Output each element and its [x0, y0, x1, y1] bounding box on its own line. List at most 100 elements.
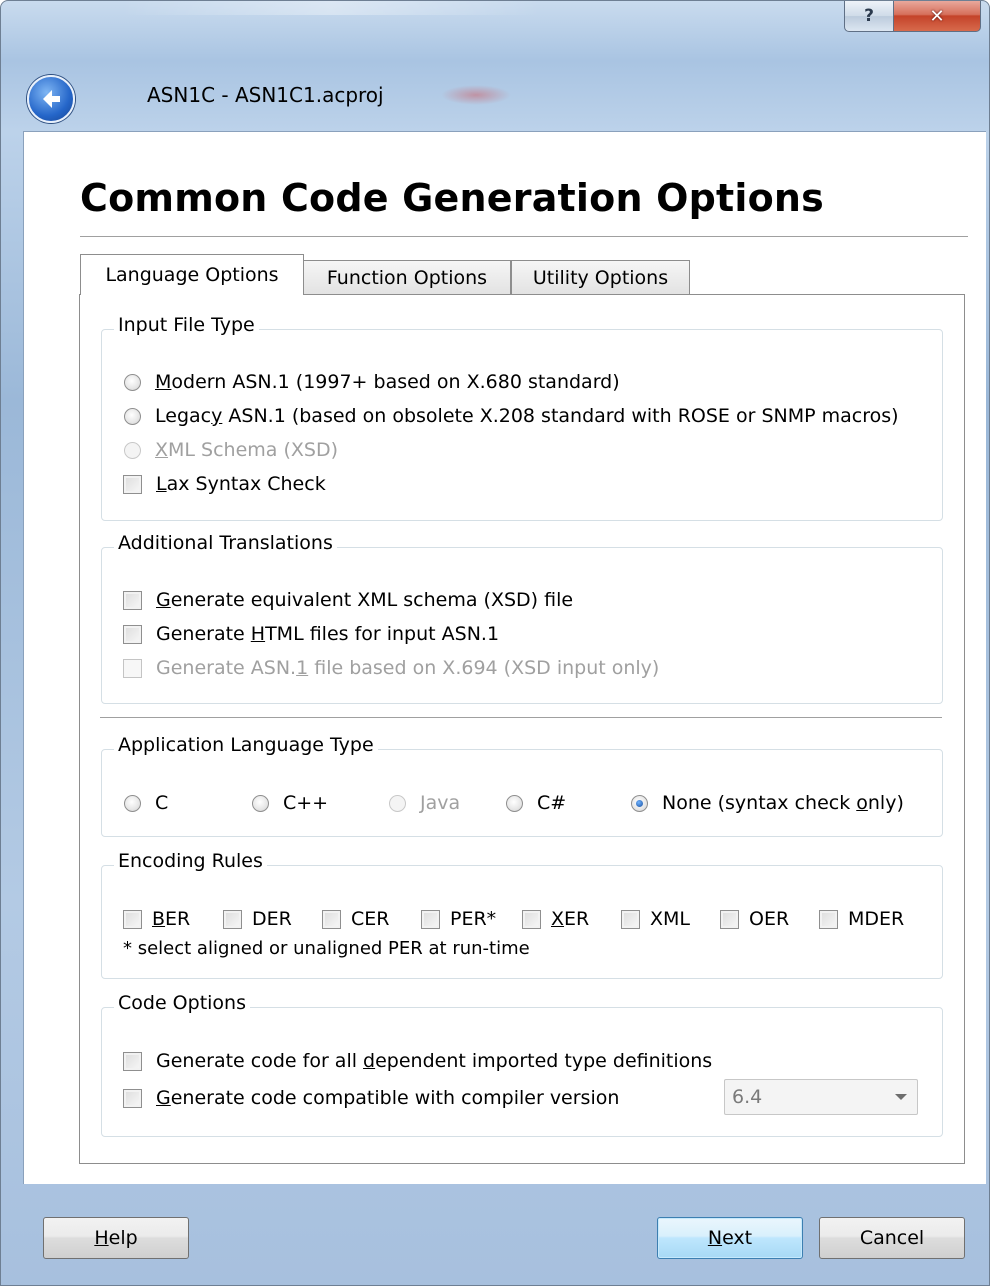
checkbox-indicator [123, 624, 142, 644]
option-label: Java [420, 792, 461, 814]
button-label: Help [94, 1227, 138, 1249]
tab-label: Utility Options [532, 267, 669, 289]
encoding-cer-checkbox[interactable]: CER [322, 908, 389, 930]
radio-indicator [124, 794, 141, 812]
encoding-per-checkbox[interactable]: PER* [421, 908, 496, 930]
next-button[interactable]: Next [657, 1217, 803, 1259]
group-title: Encoding Rules [114, 850, 267, 872]
radio-indicator [252, 794, 269, 812]
code-options-group: Code Options Generate code for all depen… [101, 992, 943, 1137]
option-label: Generate equivalent XML schema (XSD) fil… [156, 589, 574, 611]
checkbox-indicator [123, 474, 142, 494]
wizard-client-area: Common Code Generation Options Language … [23, 131, 986, 1184]
checkbox-indicator [322, 909, 341, 929]
title-redaction [441, 85, 511, 105]
heading-divider [80, 236, 968, 237]
option-label: C [155, 792, 169, 814]
radio-indicator [124, 407, 141, 425]
option-label: OER [749, 908, 790, 930]
checkbox-indicator [621, 909, 640, 929]
dialog-window: ? ✕ ASN1C - ASN1C1.acproj Common Code Ge… [0, 0, 990, 1286]
option-label: Lax Syntax Check [156, 473, 326, 495]
checkbox-indicator [123, 658, 142, 678]
help-button[interactable]: Help [43, 1217, 189, 1259]
group-title: Additional Translations [114, 532, 337, 554]
group-title: Code Options [114, 992, 250, 1014]
checkbox-indicator [123, 590, 142, 610]
window-controls: ? ✕ [844, 1, 981, 32]
checkbox-indicator [123, 909, 142, 929]
option-label: C++ [283, 792, 329, 814]
language-c-radio[interactable]: C [124, 792, 168, 814]
window-title: ASN1C - ASN1C1.acproj [147, 83, 384, 107]
option-label: XML Schema (XSD) [155, 439, 339, 461]
input-file-type-group: Input File Type Modern ASN.1 (1997+ base… [101, 314, 943, 521]
option-label: BER [152, 908, 191, 930]
compiler-version-select[interactable]: 6.4 [724, 1079, 918, 1115]
group-title: Input File Type [114, 314, 259, 336]
modern-asn1-radio[interactable]: Modern ASN.1 (1997+ based on X.680 stand… [124, 371, 620, 393]
option-label: C# [537, 792, 567, 814]
checkbox-indicator [819, 909, 838, 929]
checkbox-indicator [123, 1051, 142, 1071]
cancel-button[interactable]: Cancel [819, 1217, 965, 1259]
language-csharp-radio[interactable]: C# [506, 792, 566, 814]
lax-syntax-check-checkbox[interactable]: Lax Syntax Check [123, 473, 326, 495]
option-label: Modern ASN.1 (1997+ based on X.680 stand… [155, 371, 620, 393]
generate-xsd-checkbox[interactable]: Generate equivalent XML schema (XSD) fil… [123, 589, 573, 611]
radio-indicator [506, 794, 523, 812]
option-label: MDER [848, 908, 905, 930]
checkbox-indicator [720, 909, 739, 929]
dependent-types-checkbox[interactable]: Generate code for all dependent imported… [123, 1050, 712, 1072]
xml-schema-radio: XML Schema (XSD) [124, 439, 338, 461]
additional-translations-group: Additional Translations Generate equival… [101, 532, 943, 704]
tab-label: Language Options [105, 264, 279, 286]
tab-language-options[interactable]: Language Options [80, 254, 304, 295]
generate-html-checkbox[interactable]: Generate HTML files for input ASN.1 [123, 623, 499, 645]
section-divider [100, 717, 942, 718]
encoding-der-checkbox[interactable]: DER [223, 908, 292, 930]
button-label: Next [707, 1227, 753, 1249]
per-runtime-note: * select aligned or unaligned PER at run… [123, 938, 530, 959]
option-label: Generate HTML files for input ASN.1 [156, 623, 500, 645]
legacy-asn1-radio[interactable]: Legacy ASN.1 (based on obsolete X.208 st… [124, 405, 899, 427]
option-label: None (syntax check only) [662, 792, 904, 814]
tab-label: Function Options [326, 267, 488, 289]
tab-function-options[interactable]: Function Options [303, 260, 511, 295]
option-label: CER [351, 908, 390, 930]
help-icon[interactable]: ? [844, 1, 894, 32]
option-label: PER* [450, 908, 497, 930]
encoding-xer-checkbox[interactable]: XER [522, 908, 589, 930]
encoding-mder-checkbox[interactable]: MDER [819, 908, 904, 930]
encoding-oer-checkbox[interactable]: OER [720, 908, 789, 930]
language-options-panel: Input File Type Modern ASN.1 (1997+ base… [79, 294, 965, 1164]
compiler-compat-checkbox[interactable]: Generate code compatible with compiler v… [123, 1087, 619, 1109]
page-title: Common Code Generation Options [80, 176, 824, 220]
encoding-rules-group: Encoding Rules BER DER CER PER* XER XML … [101, 850, 943, 979]
option-label: DER [252, 908, 292, 930]
checkbox-indicator [223, 909, 242, 929]
option-label: XML [650, 908, 690, 930]
option-label: XER [551, 908, 590, 930]
option-label: Generate code compatible with compiler v… [156, 1087, 620, 1109]
radio-indicator [124, 373, 141, 391]
encoding-xml-checkbox[interactable]: XML [621, 908, 690, 930]
checkbox-indicator [522, 909, 541, 929]
back-button[interactable] [27, 75, 75, 123]
radio-indicator [124, 441, 141, 459]
tab-utility-options[interactable]: Utility Options [511, 260, 690, 295]
select-value: 6.4 [732, 1086, 763, 1108]
language-java-radio: Java [389, 792, 460, 814]
encoding-ber-checkbox[interactable]: BER [123, 908, 190, 930]
close-icon[interactable]: ✕ [894, 1, 981, 32]
language-none-radio[interactable]: None (syntax check only) [631, 792, 904, 814]
language-cpp-radio[interactable]: C++ [252, 792, 328, 814]
option-label: Legacy ASN.1 (based on obsolete X.208 st… [155, 405, 899, 427]
checkbox-indicator [123, 1088, 142, 1108]
generate-asn1-checkbox: Generate ASN.1 file based on X.694 (XSD … [123, 657, 659, 679]
radio-indicator-selected [631, 794, 648, 812]
chevron-down-icon [895, 1094, 907, 1100]
button-label: Cancel [859, 1227, 925, 1249]
radio-indicator [389, 794, 406, 812]
option-label: Generate ASN.1 file based on X.694 (XSD … [156, 657, 660, 679]
